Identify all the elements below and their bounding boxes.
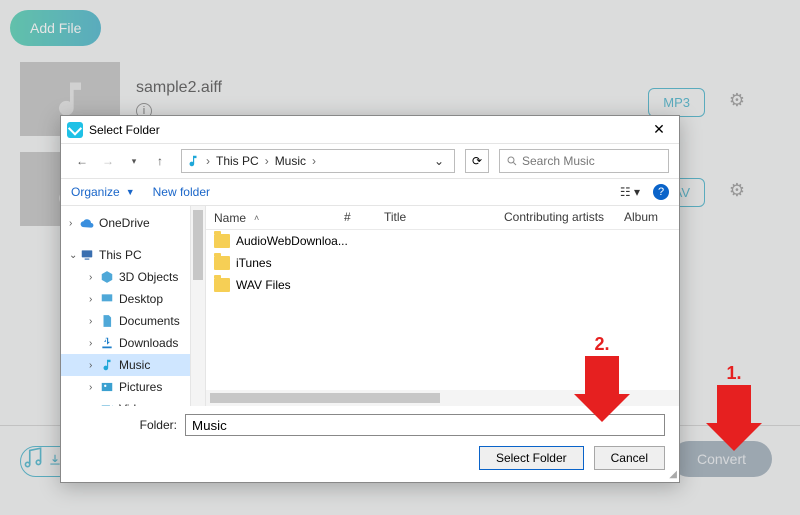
folder-row[interactable]: AudioWebDownloa... (206, 230, 679, 252)
nav-forward-icon: → (97, 150, 119, 172)
folder-row[interactable]: WAV Files (206, 274, 679, 296)
caret-icon: › (89, 294, 99, 305)
column-album[interactable]: Album (616, 206, 679, 229)
folder-row[interactable]: iTunes (206, 252, 679, 274)
folder-icon (214, 234, 230, 248)
tree-item-label: Music (119, 358, 150, 372)
column-artists[interactable]: Contributing artists (496, 206, 616, 229)
caret-icon: › (89, 338, 99, 349)
nav-back-icon[interactable]: ← (71, 150, 93, 172)
pc-icon (79, 247, 95, 263)
search-input[interactable]: Search Music (499, 149, 669, 173)
close-icon[interactable]: ✕ (645, 121, 673, 138)
dialog-title: Select Folder (89, 123, 645, 137)
nav-up-icon[interactable]: ↑ (149, 150, 171, 172)
sort-indicator: ˄ (254, 213, 259, 223)
annotation-arrow-2: 2. (585, 356, 630, 422)
select-folder-dialog: Select Folder ✕ ← → ▾ ↑ › This PC › Musi… (60, 115, 680, 483)
folder-name: AudioWebDownloa... (236, 234, 348, 248)
column-headers[interactable]: Name ˄ # Title Contributing artists Album (206, 206, 679, 230)
3d-icon (99, 269, 115, 285)
refresh-icon[interactable]: ⟳ (465, 149, 489, 173)
tree-item-downloads[interactable]: › Downloads (61, 332, 190, 354)
tree-item-documents[interactable]: › Documents (61, 310, 190, 332)
tree-item-label: 3D Objects (119, 270, 178, 284)
column-number[interactable]: # (336, 206, 376, 229)
folder-icon (214, 256, 230, 270)
chevron-down-icon[interactable]: ▼ (126, 187, 135, 197)
column-title[interactable]: Title (376, 206, 496, 229)
caret-icon: › (69, 218, 79, 229)
folder-name: iTunes (236, 256, 272, 270)
tree-item-videos[interactable]: ›Videos (61, 398, 190, 406)
gear-icon[interactable]: ⚙ (729, 180, 745, 201)
cloud-icon (79, 215, 95, 231)
music-icon (99, 357, 115, 373)
cancel-button[interactable]: Cancel (594, 446, 665, 470)
caret-icon: › (89, 360, 99, 371)
organize-menu[interactable]: Organize (71, 185, 120, 199)
chevron-down-icon[interactable]: ▾ (123, 150, 145, 172)
breadcrumb-segment[interactable]: This PC (212, 154, 263, 168)
annotation-label: 1. (704, 363, 764, 384)
add-file-button[interactable]: Add File (10, 10, 101, 46)
search-placeholder: Search Music (522, 154, 595, 168)
tree-item-label: Desktop (119, 292, 163, 306)
tree-item-label: Downloads (119, 336, 178, 350)
folder-name: WAV Files (236, 278, 291, 292)
column-name[interactable]: Name (214, 211, 246, 225)
caret-icon: › (89, 272, 99, 283)
scrollbar[interactable] (191, 206, 206, 406)
caret-icon: › (89, 316, 99, 327)
search-icon (506, 155, 518, 167)
folder-icon (214, 278, 230, 292)
app-icon (67, 122, 83, 138)
format-button-mp3[interactable]: MP3 (648, 88, 705, 117)
folder-tree: ›OneDrive⌄This PC›3D Objects›Desktop›Doc… (61, 206, 191, 406)
music-icon (186, 154, 200, 168)
file-name: sample2.aiff (136, 79, 222, 97)
view-options-button[interactable]: ☷ ▾ (615, 182, 645, 202)
tree-item-3d-objects[interactable]: › 3D Objects (61, 266, 190, 288)
caret-icon: ⌄ (69, 250, 79, 261)
caret-icon: › (89, 382, 99, 393)
docs-icon (99, 313, 115, 329)
pics-icon (99, 379, 115, 395)
resize-grip-icon[interactable]: ◢ (669, 469, 677, 480)
help-icon[interactable]: ? (653, 184, 669, 200)
breadcrumb[interactable]: › This PC › Music › ⌄ (181, 149, 455, 173)
tree-item-label: Pictures (119, 380, 162, 394)
select-folder-button[interactable]: Select Folder (479, 446, 584, 470)
annotation-arrow-1: 1. (717, 385, 762, 451)
chevron-down-icon[interactable]: ⌄ (428, 154, 450, 168)
tree-item-music[interactable]: › Music (61, 354, 190, 376)
tree-item-this-pc[interactable]: ⌄ This PC (61, 244, 190, 266)
annotation-label: 2. (572, 334, 632, 355)
tree-item-desktop[interactable]: › Desktop (61, 288, 190, 310)
new-folder-button[interactable]: New folder (153, 185, 210, 199)
gear-icon[interactable]: ⚙ (729, 90, 745, 111)
tree-item-label: OneDrive (99, 216, 150, 230)
tree-item-label: Documents (119, 314, 180, 328)
desktop-icon (99, 291, 115, 307)
breadcrumb-segment[interactable]: Music (271, 154, 310, 168)
tree-item-pictures[interactable]: › Pictures (61, 376, 190, 398)
dl-icon (99, 335, 115, 351)
tree-item-label: This PC (99, 248, 142, 262)
folder-label: Folder: (75, 418, 185, 432)
tree-item-onedrive[interactable]: › OneDrive (61, 212, 190, 234)
